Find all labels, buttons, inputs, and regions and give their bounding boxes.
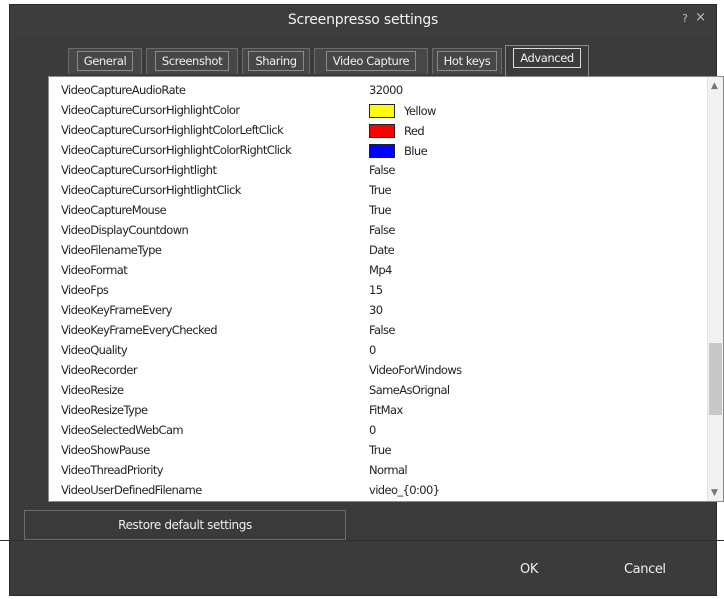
property-row[interactable]: VideoQuality 0: [49, 341, 709, 361]
scrollbar-thumb[interactable]: [709, 343, 722, 415]
property-row[interactable]: VideoCaptureCursorHighlightColor Yellow: [49, 101, 709, 121]
color-swatch: [369, 104, 395, 118]
tab-video-capture[interactable]: Video Capture: [314, 48, 428, 74]
property-value[interactable]: False: [369, 163, 395, 177]
property-row[interactable]: VideoCaptureMouse True: [49, 201, 709, 221]
property-value[interactable]: VideoForWindows: [369, 363, 462, 377]
property-name: VideoCaptureCursorHightlight: [61, 163, 217, 177]
footer-divider: [0, 540, 724, 541]
property-row[interactable]: VideoDisplayCountdown False: [49, 221, 709, 241]
property-row[interactable]: VideoCaptureCursorHighlightColorLeftClic…: [49, 121, 709, 141]
property-row[interactable]: VideoKeyFrameEveryChecked False: [49, 321, 709, 341]
property-row[interactable]: VideoFps 15: [49, 281, 709, 301]
property-name: VideoResizeType: [61, 403, 148, 417]
property-name: VideoResize: [61, 383, 124, 397]
property-row[interactable]: VideoCaptureAudioRate 32000: [49, 81, 709, 101]
property-value[interactable]: False: [369, 223, 395, 237]
property-name: VideoDisplayCountdown: [61, 223, 189, 237]
property-name: VideoSelectedWebCam: [61, 423, 184, 437]
property-row[interactable]: VideoRecorder VideoForWindows: [49, 361, 709, 381]
property-row[interactable]: VideoFilenameType Date: [49, 241, 709, 261]
tab-general[interactable]: General: [68, 48, 142, 74]
property-value[interactable]: 30: [369, 303, 383, 317]
property-name: VideoCaptureMouse: [61, 203, 167, 217]
settings-window: Screenpresso settings ? × General Screen…: [9, 4, 724, 596]
property-value[interactable]: Normal: [369, 463, 408, 477]
tab-screenshot[interactable]: Screenshot: [146, 48, 238, 74]
property-name: VideoUserDefinedFilename: [61, 483, 202, 497]
property-row[interactable]: VideoCaptureCursorHighlightColorRightCli…: [49, 141, 709, 161]
property-name: VideoKeyFrameEvery: [61, 303, 172, 317]
cancel-button[interactable]: Cancel: [624, 562, 666, 577]
property-value[interactable]: True: [369, 203, 392, 217]
property-row[interactable]: VideoResizeType FitMax: [49, 401, 709, 421]
property-name: VideoCaptureCursorHighlightColorRightCli…: [61, 143, 292, 157]
property-value[interactable]: Red: [404, 124, 425, 138]
window-title: Screenpresso settings: [287, 12, 439, 28]
title-bar: Screenpresso settings ? ×: [10, 5, 716, 37]
close-button[interactable]: ×: [695, 10, 706, 25]
property-value[interactable]: FitMax: [369, 403, 403, 417]
property-value[interactable]: Blue: [404, 144, 428, 158]
property-name: VideoQuality: [61, 343, 128, 357]
property-value[interactable]: 32000: [369, 83, 403, 97]
property-value[interactable]: Date: [369, 243, 395, 257]
tab-hot-keys[interactable]: Hot keys: [432, 48, 502, 74]
property-value[interactable]: Yellow: [404, 104, 436, 118]
property-value[interactable]: True: [369, 443, 392, 457]
tab-sharing[interactable]: Sharing: [242, 48, 310, 74]
property-value[interactable]: False: [369, 323, 395, 337]
property-value[interactable]: video_{0:00}: [369, 483, 440, 497]
property-name: VideoCaptureAudioRate: [61, 83, 186, 97]
property-name: VideoFilenameType: [61, 243, 162, 257]
property-row[interactable]: VideoCaptureCursorHightlightClick True: [49, 181, 709, 201]
property-row[interactable]: VideoThreadPriority Normal: [49, 461, 709, 481]
property-name: VideoCaptureCursorHighlightColor: [61, 103, 240, 117]
property-grid[interactable]: VideoCaptureAudioRate 32000 VideoCapture…: [48, 76, 724, 502]
property-row[interactable]: VideoFormat Mp4: [49, 261, 709, 281]
color-swatch: [369, 124, 395, 138]
property-row[interactable]: VideoCaptureCursorHightlight False: [49, 161, 709, 181]
property-name: VideoCaptureCursorHighlightColorLeftClic…: [61, 123, 284, 137]
property-value[interactable]: True: [369, 183, 392, 197]
color-swatch: [369, 144, 395, 158]
property-row[interactable]: VideoResize SameAsOrignal: [49, 381, 709, 401]
tab-advanced[interactable]: Advanced: [505, 45, 589, 76]
property-value[interactable]: 0: [369, 423, 376, 437]
scroll-down-icon[interactable]: ▼: [711, 488, 718, 498]
property-name: VideoFps: [61, 283, 109, 297]
property-name: VideoShowPause: [61, 443, 150, 457]
property-name: VideoKeyFrameEveryChecked: [61, 323, 218, 337]
vertical-scrollbar[interactable]: ▲ ▼: [707, 77, 723, 501]
help-button[interactable]: ?: [682, 12, 688, 25]
property-row[interactable]: VideoShowPause True: [49, 441, 709, 461]
property-row[interactable]: VideoUserDefinedFilename video_{0:00}: [49, 481, 709, 501]
ok-button[interactable]: OK: [520, 562, 538, 577]
property-row[interactable]: VideoKeyFrameEvery 30: [49, 301, 709, 321]
scroll-up-icon[interactable]: ▲: [711, 81, 718, 91]
property-value[interactable]: 0: [369, 343, 376, 357]
property-name: VideoThreadPriority: [61, 463, 164, 477]
property-name: VideoCaptureCursorHightlightClick: [61, 183, 241, 197]
property-value[interactable]: 15: [369, 283, 383, 297]
property-row[interactable]: VideoSelectedWebCam 0: [49, 421, 709, 441]
property-value[interactable]: Mp4: [369, 263, 392, 277]
restore-defaults-button[interactable]: Restore default settings: [24, 510, 346, 540]
property-value[interactable]: SameAsOrignal: [369, 383, 450, 397]
property-name: VideoRecorder: [61, 363, 138, 377]
restore-bar: Restore default settings: [10, 503, 716, 540]
property-name: VideoFormat: [61, 263, 128, 277]
